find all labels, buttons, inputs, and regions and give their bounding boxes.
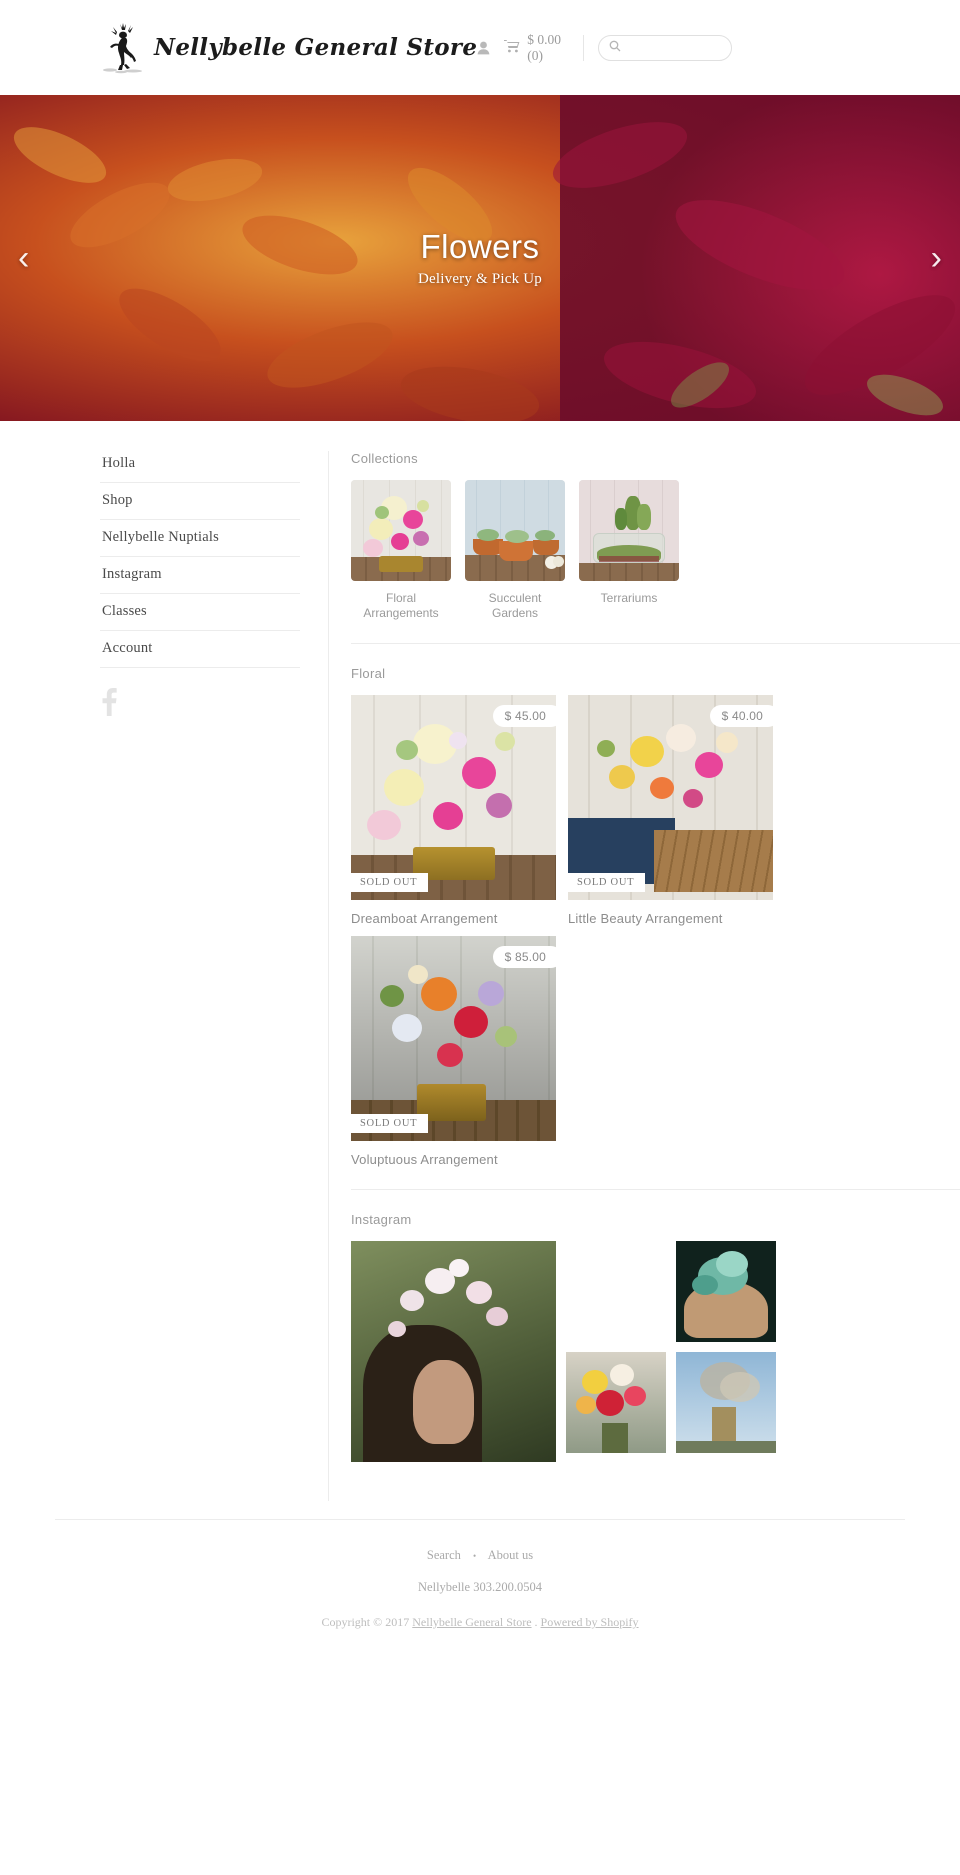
site-footer: Search • About us Nellybelle 303.200.050… xyxy=(55,1519,905,1654)
hero-text: Flowers Delivery & Pick Up xyxy=(0,95,960,421)
sidebar-item-instagram[interactable]: Instagram xyxy=(100,557,300,594)
collections-section: Collections Floral Arrangements Succulen… xyxy=(351,451,960,643)
user-icon[interactable] xyxy=(477,41,490,55)
instagram-photo-succulent-in-hand[interactable] xyxy=(676,1241,776,1342)
copyright-prefix: Copyright © 2017 xyxy=(321,1615,410,1629)
search-icon xyxy=(609,39,621,57)
floral-heading: Floral xyxy=(351,666,386,681)
price-badge: $ 85.00 xyxy=(492,946,556,968)
collection-name: Floral Arrangements xyxy=(363,591,439,620)
footer-links: Search • About us xyxy=(55,1548,905,1563)
cart-total-label: $ 0.00 (0) xyxy=(527,31,561,63)
site-header: Nellybelle General Store $ 0.00 (0) xyxy=(0,0,960,95)
instagram-heading: Instagram xyxy=(351,1212,412,1227)
collection-card-succulent-gardens[interactable]: Succulent Gardens xyxy=(465,480,565,621)
instagram-side-column xyxy=(566,1241,776,1462)
collection-card-floral-arrangements[interactable]: Floral Arrangements xyxy=(351,480,451,621)
product-title: Dreamboat Arrangement xyxy=(351,911,498,926)
floral-arrangement-thumb xyxy=(351,480,451,581)
hero-next-arrow-icon[interactable]: › xyxy=(931,241,942,275)
product-title: Voluptuous Arrangement xyxy=(351,1152,498,1167)
search-input[interactable] xyxy=(627,41,721,54)
dreamboat-arrangement-photo: $ 45.00 SOLD OUT xyxy=(351,695,556,900)
instagram-row-bottom xyxy=(566,1352,776,1453)
collection-name: Succulent Gardens xyxy=(488,591,542,620)
hero-prev-arrow-icon[interactable]: ‹ xyxy=(18,241,29,275)
page-content: Holla Shop Nellybelle Nuptials Instagram… xyxy=(0,421,960,1501)
instagram-section: Instagram xyxy=(351,1189,960,1484)
sidebar-item-nellybelle-nuptials[interactable]: Nellybelle Nuptials xyxy=(100,520,300,557)
main-column: Collections Floral Arrangements Succulen… xyxy=(328,451,960,1501)
site-logo-text: Nellybelle General Store xyxy=(154,34,478,61)
footer-phone: Nellybelle 303.200.0504 xyxy=(418,1580,542,1594)
product-title: Little Beauty Arrangement xyxy=(568,911,723,926)
product-grid: $ 45.00 SOLD OUT Dreamboat Arrangement $… xyxy=(351,695,960,1167)
sold-out-badge: SOLD OUT xyxy=(351,873,429,892)
hero-title: Flowers xyxy=(420,228,540,265)
sidebar-item-classes[interactable]: Classes xyxy=(100,594,300,631)
footer-separator: • xyxy=(473,1551,477,1562)
product-card-voluptuous-arrangement[interactable]: $ 85.00 SOLD OUT Voluptuous Arrangement xyxy=(351,936,556,1167)
footer-link-about-us[interactable]: About us xyxy=(488,1548,534,1562)
footer-link-shopify[interactable]: Powered by Shopify xyxy=(541,1615,639,1629)
collections-grid: Floral Arrangements Succulent Gardens Te… xyxy=(351,480,960,621)
sidebar-item-holla[interactable]: Holla xyxy=(100,451,300,483)
instagram-photo-girl-with-flower-crown[interactable] xyxy=(351,1241,556,1462)
sold-out-badge: SOLD OUT xyxy=(568,873,646,892)
header-divider xyxy=(583,34,585,61)
sidebar: Holla Shop Nellybelle Nuptials Instagram… xyxy=(100,451,300,1501)
copyright-mid: . xyxy=(534,1615,538,1629)
sold-out-badge: SOLD OUT xyxy=(351,1114,429,1133)
footer-link-search[interactable]: Search xyxy=(427,1548,461,1562)
cart-button[interactable]: $ 0.00 (0) xyxy=(504,32,569,64)
collection-card-terrariums[interactable]: Terrariums xyxy=(579,480,679,621)
price-badge: $ 45.00 xyxy=(492,705,556,727)
site-logo[interactable]: Nellybelle General Store xyxy=(100,22,477,74)
footer-copyright: Copyright © 2017 Nellybelle General Stor… xyxy=(55,1615,905,1630)
price-badge: $ 40.00 xyxy=(709,705,773,727)
sidebar-social xyxy=(100,668,300,721)
footer-link-store[interactable]: Nellybelle General Store xyxy=(412,1615,531,1629)
little-beauty-arrangement-photo: $ 40.00 SOLD OUT xyxy=(568,695,773,900)
hero-subtitle: Delivery & Pick Up xyxy=(418,271,542,287)
sidebar-item-account[interactable]: Account xyxy=(100,631,300,668)
page-root: Nellybelle General Store $ 0.00 (0) Flow… xyxy=(0,0,960,1654)
instagram-grid xyxy=(351,1241,960,1462)
collections-heading: Collections xyxy=(351,451,418,466)
product-card-little-beauty-arrangement[interactable]: $ 40.00 SOLD OUT Little Beauty Arrangeme… xyxy=(568,695,773,926)
collection-name: Terrariums xyxy=(600,591,658,605)
facebook-icon[interactable] xyxy=(100,688,117,721)
header-actions: $ 0.00 (0) xyxy=(477,32,732,64)
succulent-gardens-thumb xyxy=(465,480,565,581)
hero-banner: Flowers Delivery & Pick Up ‹ › xyxy=(0,95,960,421)
instagram-row-top xyxy=(566,1241,776,1342)
instagram-spacer xyxy=(566,1241,666,1342)
instagram-photo-dried-arrangement-sky[interactable] xyxy=(676,1352,776,1453)
product-card-dreamboat-arrangement[interactable]: $ 45.00 SOLD OUT Dreamboat Arrangement xyxy=(351,695,556,926)
jackalope-logo-icon xyxy=(100,22,148,74)
cart-icon xyxy=(504,39,520,57)
sidebar-item-shop[interactable]: Shop xyxy=(100,483,300,520)
instagram-photo-red-yellow-bouquet[interactable] xyxy=(566,1352,666,1453)
terrariums-thumb xyxy=(579,480,679,581)
voluptuous-arrangement-photo: $ 85.00 SOLD OUT xyxy=(351,936,556,1141)
floral-section: Floral $ 45.00 SOLD OUT Dreamboat Arrang… xyxy=(351,643,960,1189)
search-box[interactable] xyxy=(598,34,732,61)
